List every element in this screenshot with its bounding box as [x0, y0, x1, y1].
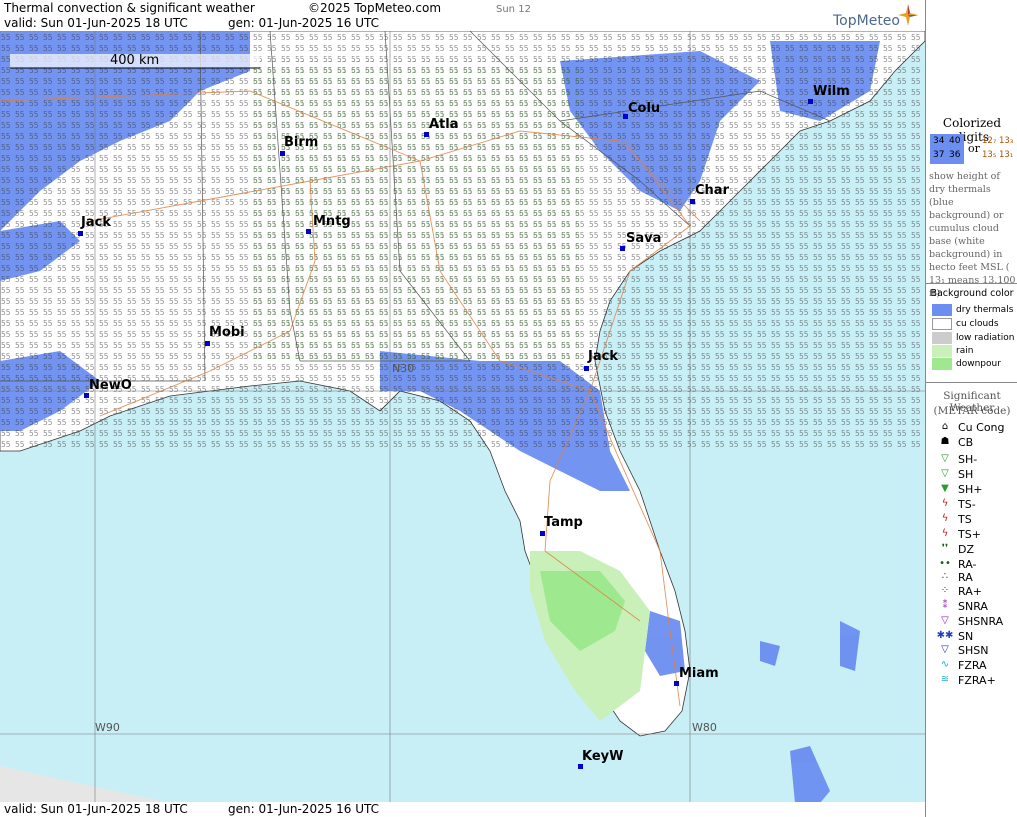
city-marker	[280, 151, 285, 156]
rain-icon: ∴	[941, 571, 949, 582]
longitude-label-w90: W90	[95, 721, 120, 734]
city-miam[interactable]: Miam	[679, 666, 719, 681]
legend-sn: ✱✱ SN	[934, 630, 1017, 645]
city-newo[interactable]: NewO	[89, 378, 132, 393]
city-marker	[808, 99, 813, 104]
longitude-label-w80: W80	[692, 721, 717, 734]
legend-sample-blue: 34 40 37 36	[930, 134, 964, 164]
shower-light-icon: ▽	[941, 453, 949, 464]
city-colu[interactable]: Colu	[628, 101, 660, 116]
city-marker	[674, 681, 679, 686]
legend-sh-light: ▽ SH-	[934, 453, 1017, 468]
map-footer: valid: Sun 01-Jun-2025 18 UTC gen: 01-Ju…	[0, 802, 925, 817]
map-header: Thermal convection & significant weather…	[0, 0, 925, 32]
legend-cb: ☗ CB	[934, 436, 1017, 451]
cb-icon: ☗	[940, 436, 950, 447]
legend-bg-cu: cu clouds	[932, 318, 1016, 330]
city-mobi[interactable]: Mobi	[209, 325, 245, 340]
legend-snra: ⁑ SNRA	[934, 600, 1017, 615]
shower-heavy-icon: ▼	[941, 483, 949, 494]
rain-heavy-icon: ⁘	[940, 585, 950, 596]
latitude-label-n30: N30	[392, 362, 415, 375]
city-marker	[205, 341, 210, 346]
cu-cong-icon: ⌂	[941, 421, 949, 432]
legend-note: show height of dry thermals (blue backgr…	[929, 171, 1016, 299]
city-tamp[interactable]: Tamp	[544, 515, 583, 530]
freezing-rain-heavy-icon: ≋	[940, 674, 950, 685]
snow-icon: ✱✱	[936, 630, 954, 641]
footer-generated-time: gen: 01-Jun-2025 16 UTC	[228, 802, 380, 816]
snow-rain-icon: ⁑	[942, 600, 948, 611]
city-jack-fl[interactable]: Jack	[588, 349, 618, 364]
scale-label: 400 km	[110, 53, 160, 68]
map-canvas: 55 61	[0, 31, 925, 803]
footer-valid-time: valid: Sun 01-Jun-2025 18 UTC	[4, 802, 188, 816]
day-tab[interactable]: Sun 12	[496, 4, 531, 15]
legend-cu-cong: ⌂ Cu Cong	[934, 421, 1017, 436]
legend-bg-dry: dry thermals	[932, 304, 1016, 316]
city-jack-ms[interactable]: Jack	[81, 215, 111, 230]
snow-rain-shower-icon: ▽	[941, 615, 949, 626]
city-char[interactable]: Char	[695, 183, 729, 198]
legend-sample-white: 12₇ 13₃ 13₅ 13₁	[982, 136, 1014, 160]
legend-panel: Colorized digits 34 40 37 36 or 12₇ 13₃ …	[925, 0, 1017, 817]
weather-map[interactable]: 55 61	[0, 31, 925, 803]
thunderstorm-light-icon: ϟ	[941, 498, 949, 509]
city-mntg[interactable]: Mntg	[313, 214, 351, 229]
map-title: Thermal convection & significant weather	[4, 1, 255, 15]
legend-bg-downpour: downpour	[932, 358, 1016, 370]
legend-ts: ϟ TS	[934, 513, 1017, 528]
shower-icon: ▽	[941, 468, 949, 479]
city-marker	[690, 199, 695, 204]
drizzle-icon: ❜❜	[941, 543, 949, 554]
legend-fzra-heavy: ≋ FZRA+	[934, 674, 1017, 689]
city-marker	[620, 246, 625, 251]
legend-ra: ∴ RA	[934, 571, 1017, 586]
compass-star-icon	[898, 4, 918, 26]
legend-bg-lowrad: low radiation	[932, 332, 1016, 344]
city-atla[interactable]: Atla	[429, 117, 459, 132]
city-marker	[540, 531, 545, 536]
snow-shower-icon: ▽	[941, 644, 949, 655]
legend-sh: ▽ SH	[934, 468, 1017, 483]
city-sava[interactable]: Sava	[626, 231, 661, 246]
legend-ts-heavy: ϟ TS+	[934, 528, 1017, 543]
city-wilm[interactable]: Wilm	[813, 84, 850, 99]
legend-ra-heavy: ⁘ RA+	[934, 585, 1017, 600]
generated-time: gen: 01-Jun-2025 16 UTC	[228, 16, 380, 30]
legend-sigwx-subtitle: (METAR code)	[933, 405, 1011, 417]
legend-shsnra: ▽ SHSNRA	[934, 615, 1017, 630]
city-marker	[84, 393, 89, 398]
legend-bg-rain: rain	[932, 345, 1016, 357]
rain-light-icon: ••	[939, 558, 951, 569]
city-birm[interactable]: Birm	[284, 135, 318, 150]
city-marker	[584, 366, 589, 371]
city-marker	[306, 229, 311, 234]
thunderstorm-heavy-icon: ϟ	[941, 528, 949, 539]
legend-shsn: ▽ SHSN	[934, 644, 1017, 659]
legend-ts-light: ϟ TS-	[934, 498, 1017, 513]
copyright: ©2025 TopMeteo.com	[308, 1, 442, 15]
topmeteo-logo: TopMeteo	[833, 13, 900, 29]
cloud-base-digit-grid	[250, 61, 580, 361]
city-marker	[578, 764, 583, 769]
city-keyw[interactable]: KeyW	[582, 749, 623, 764]
city-marker	[424, 132, 429, 137]
city-marker	[78, 231, 83, 236]
valid-time: valid: Sun 01-Jun-2025 18 UTC	[4, 16, 188, 30]
thunderstorm-icon: ϟ	[941, 513, 949, 524]
legend-fzra: ∿ FZRA	[934, 659, 1017, 674]
legend-sh-heavy: ▼ SH+	[934, 483, 1017, 498]
legend-or: or	[968, 142, 980, 155]
legend-background-title: Background color	[930, 288, 1014, 299]
freezing-rain-icon: ∿	[940, 659, 950, 670]
legend-dz: ❜❜ DZ	[934, 543, 1017, 558]
